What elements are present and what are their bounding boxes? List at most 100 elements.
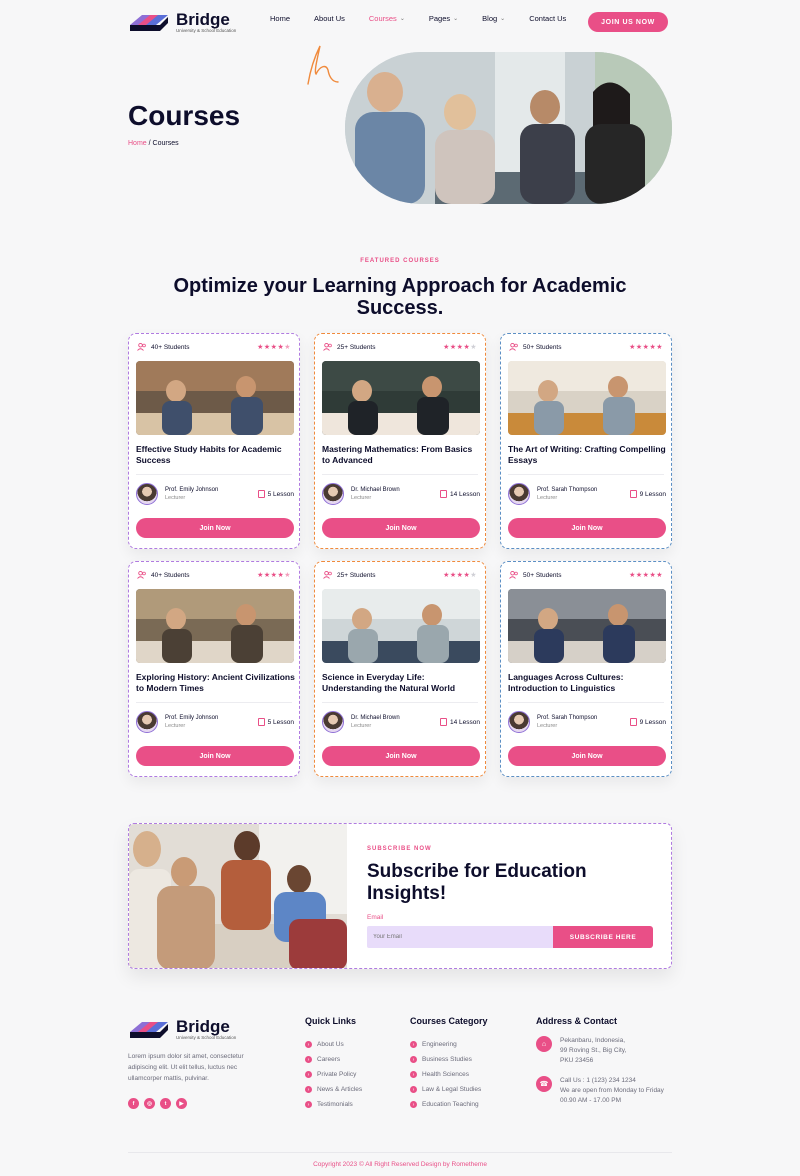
star-icon: ★ [449, 344, 457, 351]
subscribe-tag: SUBSCRIBE NOW [367, 846, 432, 852]
footer-link-label: Law & Legal Studies [422, 1086, 482, 1093]
chevron-right-icon: › [410, 1056, 417, 1063]
footer-link-label: Careers [317, 1056, 341, 1063]
course-title[interactable]: The Art of Writing: Crafting Compelling … [508, 444, 668, 466]
rating-stars: ★★★★★ [629, 571, 663, 579]
star-icon: ★ [449, 572, 457, 579]
course-title[interactable]: Effective Study Habits for Academic Succ… [136, 444, 296, 466]
card-divider [322, 702, 478, 703]
lesson-count: 9 Lesson [629, 718, 666, 726]
star-icon: ★ [635, 344, 643, 351]
star-icon: ★ [257, 344, 264, 351]
course-card[interactable]: 50+ Students ★★★★★ The Art of Writing: C… [500, 333, 672, 549]
course-author: Prof. Emily Johnson Lecturer 5 Lesson [136, 483, 294, 505]
students-count: 50+ Students [509, 342, 562, 351]
star-icon: ★ [263, 344, 271, 351]
course-author: Dr. Michael Brown Lecturer 14 Lesson [322, 711, 480, 733]
lesson-label: 14 Lesson [450, 718, 480, 726]
footer-link[interactable]: › About Us [305, 1037, 362, 1052]
squiggle-decoration-icon [307, 45, 339, 85]
nav-contact-us[interactable]: Contact Us [529, 14, 566, 23]
join-now-button[interactable]: Join Now [322, 518, 480, 538]
course-card[interactable]: 25+ Students ★★★★★ Mastering Mathematics… [314, 333, 486, 549]
author-name: Prof. Emily Johnson [165, 487, 219, 493]
footer-link[interactable]: › Education Teaching [410, 1097, 488, 1112]
facebook-icon[interactable]: f [128, 1098, 139, 1109]
students-label: 25+ Students [337, 343, 376, 351]
email-input[interactable] [367, 926, 553, 948]
students-count: 40+ Students [137, 570, 190, 579]
author-name: Dr. Michael Brown [351, 487, 400, 493]
footer-link[interactable]: › Law & Legal Studies [410, 1082, 488, 1097]
chevron-right-icon: › [410, 1101, 417, 1108]
chevron-right-icon: › [410, 1086, 417, 1093]
lesson-count: 14 Lesson [440, 490, 480, 498]
footer-link-label: Private Policy [317, 1071, 357, 1078]
join-now-button[interactable]: Join Now [508, 746, 666, 766]
course-title[interactable]: Science in Everyday Life: Understanding … [322, 672, 482, 694]
book-icon [440, 718, 447, 726]
course-card[interactable]: 50+ Students ★★★★★ Languages Across Cult… [500, 561, 672, 777]
course-title[interactable]: Exploring History: Ancient Civilizations… [136, 672, 296, 694]
nav-pages[interactable]: Pages ⌄ [429, 14, 458, 23]
course-card[interactable]: 25+ Students ★★★★★ Science in Everyday L… [314, 561, 486, 777]
book-icon [629, 490, 637, 498]
footer-link[interactable]: › Private Policy [305, 1067, 362, 1082]
book-icon [257, 718, 265, 726]
course-title[interactable]: Languages Across Cultures: Introduction … [508, 672, 668, 694]
rating-stars: ★★★★★ [629, 343, 663, 351]
course-image [322, 361, 480, 435]
footer-brand-name: Bridge [176, 1016, 230, 1036]
chevron-right-icon: › [305, 1071, 312, 1078]
instagram-icon[interactable]: ◎ [144, 1098, 155, 1109]
lesson-count: 14 Lesson [440, 718, 480, 726]
join-now-button[interactable]: Join Now [136, 518, 294, 538]
twitter-icon[interactable]: t [160, 1098, 171, 1109]
youtube-icon[interactable]: ▶ [176, 1098, 187, 1109]
address-line: PKU 23456 [560, 1057, 594, 1064]
chevron-down-icon: ⌄ [399, 16, 405, 22]
nav-about-us[interactable]: About Us [314, 14, 345, 23]
subscribe-button[interactable]: SUBSCRIBE HERE [553, 926, 653, 948]
nav-blog[interactable]: Blog ⌄ [482, 14, 505, 23]
course-card-header: 50+ Students ★★★★★ [509, 570, 663, 579]
footer-link[interactable]: › Engineering [410, 1037, 488, 1052]
call-line: 00.90 AM - 17.00 PM [560, 1097, 622, 1104]
nav-courses[interactable]: Courses ⌄ [369, 14, 405, 23]
footer-divider [128, 1152, 672, 1153]
footer-link-label: About Us [317, 1041, 344, 1048]
students-icon [137, 342, 147, 351]
join-now-button[interactable]: Join Now [508, 518, 666, 538]
nav-home[interactable]: Home [270, 14, 290, 23]
footer-link-label: News & Articles [317, 1086, 363, 1093]
nav-home-label: Home [270, 14, 291, 23]
course-card[interactable]: 40+ Students ★★★★★ Effective Study Habit… [128, 333, 300, 549]
join-now-button[interactable]: Join Now [322, 746, 480, 766]
footer-link[interactable]: › Business Studies [410, 1052, 488, 1067]
course-title[interactable]: Mastering Mathematics: From Basics to Ad… [322, 444, 482, 466]
star-icon: ★ [257, 572, 264, 579]
breadcrumb-home-link[interactable]: Home [128, 140, 147, 147]
footer-link[interactable]: › Health Sciences [410, 1067, 488, 1082]
course-card-header: 40+ Students ★★★★★ [137, 342, 291, 351]
footer-link[interactable]: › Careers [305, 1052, 362, 1067]
avatar [508, 483, 530, 505]
logo-mark-icon [128, 1018, 172, 1040]
students-label: 40+ Students [151, 571, 190, 579]
footer-about-text: Lorem ipsum dolor sit amet, consectetur … [128, 1053, 244, 1082]
join-us-button[interactable]: JOIN US NOW [588, 12, 668, 32]
brand-logo[interactable]: Bridge University & School Education [128, 8, 238, 36]
address-line: 99 Roving St., Big City, [560, 1047, 627, 1054]
footer-link[interactable]: › News & Articles [305, 1082, 362, 1097]
footer-address-contact: Address & Contact ⌂ Pekanbaru, Indonesia… [536, 1016, 676, 1106]
join-now-button[interactable]: Join Now [136, 746, 294, 766]
footer-link[interactable]: › Testimonials [305, 1097, 362, 1112]
course-author: Dr. Michael Brown Lecturer 14 Lesson [322, 483, 480, 505]
footer-courses-category: Courses Category › Engineering › Business S… [410, 1016, 488, 1112]
quick-links-title: Quick Links [305, 1016, 357, 1026]
footer-brand-logo[interactable]: Bridge University & School Education [128, 1015, 238, 1043]
course-author: Prof. Emily Johnson Lecturer 5 Lesson [136, 711, 294, 733]
course-card[interactable]: 40+ Students ★★★★★ Exploring History: An… [128, 561, 300, 777]
avatar [322, 711, 344, 733]
courses-category-title: Courses Category [410, 1016, 488, 1026]
